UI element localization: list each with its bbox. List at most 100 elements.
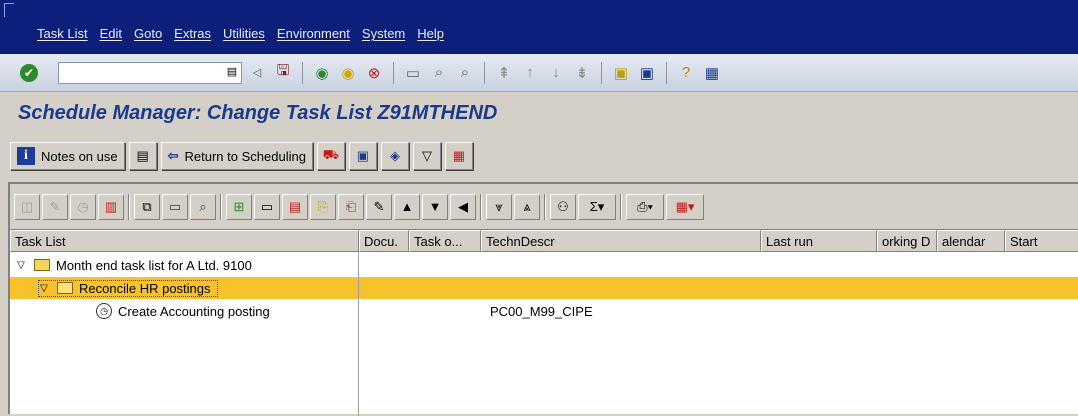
return-to-scheduling-label: Return to Scheduling bbox=[184, 148, 306, 164]
menu-edit[interactable]: Edit bbox=[100, 26, 122, 41]
column-divider bbox=[358, 252, 359, 416]
info-icon: i bbox=[17, 147, 35, 165]
transport-button[interactable]: ⛟ bbox=[316, 142, 345, 170]
collapse-all-icon[interactable]: ⩓ bbox=[514, 193, 540, 220]
copy-icon[interactable]: ⎘ bbox=[310, 193, 336, 220]
column-start[interactable]: Start bbox=[1005, 230, 1078, 252]
filter-button[interactable]: ▽ bbox=[412, 142, 441, 170]
transport-icon: ⛟ bbox=[322, 147, 340, 162]
enter-check-icon[interactable]: ✔ bbox=[20, 63, 38, 82]
folder-open-icon bbox=[57, 282, 73, 294]
refresh-button[interactable]: ◈ bbox=[380, 142, 409, 170]
task-list-tree: ◫ ✎ ◷ ▥ ⧉ ▭ ⌕ ⊞ ▭ ▤ ⎘ ⎗ ✎ ▲ ▼ ◀ ⩔ ⩓ ⚇ Σ▾… bbox=[8, 182, 1078, 416]
return-to-scheduling-button[interactable]: ⇦ Return to Scheduling bbox=[160, 142, 313, 170]
details-icon: ▤ bbox=[136, 148, 149, 163]
column-last-run[interactable]: Last run bbox=[761, 230, 877, 252]
arrow-left-icon[interactable]: ◁ bbox=[246, 62, 268, 84]
next-page-icon[interactable]: ↓ bbox=[545, 62, 567, 84]
add-icon[interactable]: ⊞ bbox=[226, 193, 252, 220]
tree-row[interactable]: ◷ Create Accounting posting PC00_M99_CIP… bbox=[10, 300, 1078, 322]
expand-all-icon[interactable]: ⩔ bbox=[486, 193, 512, 220]
filter-icon: ▽ bbox=[421, 148, 432, 163]
help-icon[interactable]: ? bbox=[675, 62, 697, 84]
find-icon[interactable]: ⌕ bbox=[428, 62, 450, 84]
job-clock-icon: ◷ bbox=[96, 303, 112, 319]
node-label: Month end task list for A Ltd. 9100 bbox=[56, 257, 252, 273]
calendar-button[interactable]: ▦ bbox=[444, 142, 473, 170]
previous-page-icon[interactable]: ↑ bbox=[519, 62, 541, 84]
collapse-triangle-icon[interactable]: ▽ bbox=[16, 260, 26, 271]
column-task-list[interactable]: Task List bbox=[10, 230, 359, 252]
toolbar-separator bbox=[302, 61, 303, 84]
print-icon[interactable]: ⎙▾ bbox=[626, 193, 664, 220]
menu-help[interactable]: Help bbox=[417, 26, 444, 41]
back-icon[interactable]: ◉ bbox=[311, 62, 333, 84]
toolbar-separator bbox=[620, 193, 622, 220]
move-left-icon[interactable]: ◀ bbox=[450, 193, 476, 220]
notes-on-use-button[interactable]: i Notes on use bbox=[10, 142, 125, 170]
search-icon[interactable]: ⌕ bbox=[190, 193, 216, 220]
display-icon[interactable]: ◫ bbox=[14, 193, 40, 220]
save-icon[interactable]: 🖫 bbox=[272, 62, 294, 84]
calendar-icon: ▦ bbox=[452, 148, 466, 163]
monitor-icon: ▣ bbox=[356, 148, 370, 163]
folder-icon[interactable]: ▭ bbox=[254, 193, 280, 220]
command-history-icon[interactable]: ▤ bbox=[225, 65, 239, 81]
menu-utilities[interactable]: Utilities bbox=[223, 26, 265, 41]
binoculars-icon[interactable]: ⚇ bbox=[550, 193, 576, 220]
layout-menu-icon[interactable]: ▦ bbox=[701, 62, 723, 84]
techn-descr-cell: PC00_M99_CIPE bbox=[490, 303, 593, 319]
menu-extras[interactable]: Extras bbox=[174, 26, 211, 41]
column-techn-descr[interactable]: TechnDescr bbox=[481, 230, 761, 252]
details-button[interactable]: ▤ bbox=[128, 142, 157, 170]
sum-icon[interactable]: Σ▾ bbox=[578, 193, 616, 220]
monitor-button[interactable]: ▣ bbox=[348, 142, 377, 170]
layout-icon[interactable]: ▦▾ bbox=[666, 193, 704, 220]
move-up-icon[interactable]: ▲ bbox=[394, 193, 420, 220]
menu-bar: Task List Edit Goto Extras Utilities Env… bbox=[0, 0, 1078, 54]
column-docu[interactable]: Docu. bbox=[359, 230, 409, 252]
toolbar-separator bbox=[544, 193, 546, 220]
column-header-row: Task List Docu. Task o... TechnDescr Las… bbox=[10, 230, 1078, 252]
toolbar-separator bbox=[128, 193, 130, 220]
collapse-triangle-icon[interactable]: ▽ bbox=[39, 283, 49, 294]
tree-toolbar: ◫ ✎ ◷ ▥ ⧉ ▭ ⌕ ⊞ ▭ ▤ ⎘ ⎗ ✎ ▲ ▼ ◀ ⩔ ⩓ ⚇ Σ▾… bbox=[10, 184, 1078, 230]
edit-pencil-icon[interactable]: ✎ bbox=[366, 193, 392, 220]
move-down-icon[interactable]: ▼ bbox=[422, 193, 448, 220]
toolbar-separator bbox=[393, 61, 394, 84]
page-title: Schedule Manager: Change Task List Z91MT… bbox=[18, 102, 498, 124]
menu-system[interactable]: System bbox=[362, 26, 405, 41]
clock-icon[interactable]: ◷ bbox=[70, 193, 96, 220]
menu-task-list[interactable]: Task List bbox=[37, 26, 88, 41]
node-label: Reconcile HR postings bbox=[79, 280, 211, 296]
menu-goto[interactable]: Goto bbox=[134, 26, 162, 41]
system-toolbar: ✔ ▤ ◁ 🖫 ◉ ◉ ⊗ ▭ ⌕ ⌕ ⇞ ↑ ↓ ⇟ ▣ ▣ ? ▦ bbox=[0, 54, 1078, 92]
column-task-owner[interactable]: Task o... bbox=[409, 230, 481, 252]
menu-environment[interactable]: Environment bbox=[277, 26, 350, 41]
column-working-day[interactable]: orking D bbox=[877, 230, 937, 252]
column-calendar[interactable]: alendar bbox=[937, 230, 1005, 252]
cancel-icon[interactable]: ⊗ bbox=[363, 62, 385, 84]
first-page-icon[interactable]: ⇞ bbox=[493, 62, 515, 84]
chart-icon[interactable]: ▥ bbox=[98, 193, 124, 220]
find-next-icon[interactable]: ⌕ bbox=[454, 62, 476, 84]
new-session-icon[interactable]: ▣ bbox=[610, 62, 632, 84]
arrow-left-icon: ⇦ bbox=[167, 148, 179, 163]
shortcut-icon[interactable]: ▣ bbox=[636, 62, 658, 84]
window-menu-icon[interactable] bbox=[4, 3, 14, 17]
tree-row-selected[interactable]: ▽ Reconcile HR postings bbox=[10, 277, 1078, 299]
command-field[interactable]: ▤ bbox=[58, 61, 242, 84]
tree-row[interactable]: ▽ Month end task list for A Ltd. 9100 bbox=[10, 254, 1078, 276]
collapse-icon[interactable]: ⧉ bbox=[134, 193, 160, 220]
expand-icon[interactable]: ▭ bbox=[162, 193, 188, 220]
paste-icon[interactable]: ⎗ bbox=[338, 193, 364, 220]
toolbar-separator bbox=[601, 61, 602, 84]
folder-icon bbox=[34, 259, 50, 271]
toolbar-separator bbox=[484, 61, 485, 84]
print-icon[interactable]: ▭ bbox=[402, 62, 424, 84]
last-page-icon[interactable]: ⇟ bbox=[571, 62, 593, 84]
exit-icon[interactable]: ◉ bbox=[337, 62, 359, 84]
pencil-off-icon[interactable]: ✎ bbox=[42, 193, 68, 220]
notes-on-use-label: Notes on use bbox=[41, 148, 118, 164]
insert-icon[interactable]: ▤ bbox=[282, 193, 308, 220]
